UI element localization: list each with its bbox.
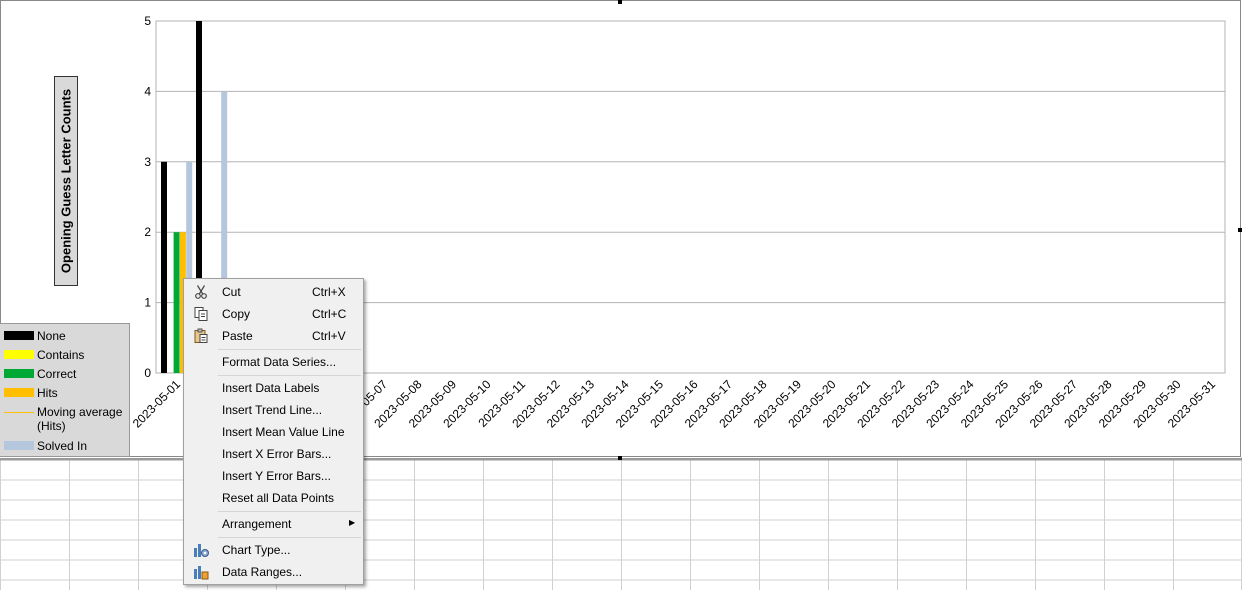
selection-handle-bottom-center[interactable] [618,456,622,460]
menu-separator [218,375,361,376]
data-ranges-icon [193,564,209,580]
menu-separator [218,349,361,350]
legend-label-correct: Correct [37,367,77,381]
copy-icon [193,306,209,322]
legend-swatch-moving-average [4,412,34,413]
shortcut-cut: Ctrl+X [312,285,346,299]
menu-label-arrangement: Arrangement [222,517,292,531]
menu-label-insert-trend-line: Insert Trend Line... [222,403,323,417]
selection-handle-right-middle[interactable] [1238,228,1242,232]
bar-correct [173,232,180,373]
legend-item-contains[interactable]: Contains [4,348,84,362]
legend-swatch-none [4,331,34,340]
paste-icon [193,328,209,344]
menu-item-cut[interactable]: Cut Ctrl+X [184,282,363,302]
menu-separator [218,537,361,538]
shortcut-copy: Ctrl+C [312,307,347,321]
menu-item-copy[interactable]: Copy Ctrl+C [184,304,363,324]
menu-label-insert-x-error-bars: Insert X Error Bars... [222,447,332,461]
menu-item-format-data-series[interactable]: Format Data Series... [184,352,363,372]
legend-swatch-correct [4,369,34,378]
menu-label-copy: Copy [222,307,251,321]
menu-item-chart-type[interactable]: Chart Type... [184,540,363,560]
y-tick-label: 4 [144,84,151,98]
legend-label-contains: Contains [37,348,85,362]
menu-item-reset-all-data-points[interactable]: Reset all Data Points [184,488,363,508]
menu-label-cut: Cut [222,285,241,299]
menu-item-insert-mean-value-line[interactable]: Insert Mean Value Line [184,422,363,442]
chart-type-icon [193,542,209,558]
y-tick-label: 3 [144,155,151,169]
menu-item-insert-x-error-bars[interactable]: Insert X Error Bars... [184,444,363,464]
chart-legend[interactable]: None Contains Correct Hits Moving averag… [0,323,130,457]
menu-item-arrangement[interactable]: Arrangement ▶ [184,514,363,534]
menu-separator [218,511,361,512]
legend-item-none[interactable]: None [4,329,66,343]
menu-label-reset-all-data-points: Reset all Data Points [222,491,335,505]
legend-label-hits: Hits [37,386,58,400]
legend-swatch-solved-in [4,441,34,450]
selection-handle-top-center[interactable] [618,0,622,4]
x-tick-label: 2023-05-01 [130,377,184,431]
y-tick-label: 5 [144,14,151,28]
legend-item-correct[interactable]: Correct [4,367,76,381]
menu-label-insert-data-labels: Insert Data Labels [222,381,320,395]
menu-label-chart-type: Chart Type... [222,543,291,557]
y-tick-label: 0 [144,366,151,380]
scissors-icon [193,284,209,300]
menu-item-data-ranges[interactable]: Data Ranges... [184,562,363,582]
menu-item-insert-data-labels[interactable]: Insert Data Labels [184,378,363,398]
menu-item-paste[interactable]: Paste Ctrl+V [184,326,363,346]
legend-label-solved-in: Solved In [37,439,88,453]
y-axis-title-text: Opening Guess Letter Counts [58,88,74,274]
legend-label-none: None [37,329,66,343]
legend-swatch-hits [4,388,34,397]
menu-label-data-ranges: Data Ranges... [222,565,303,579]
legend-label-moving-average: Moving average (Hits) [37,405,123,433]
bar-none [161,161,167,373]
menu-item-insert-trend-line[interactable]: Insert Trend Line... [184,400,363,420]
submenu-arrow-icon: ▶ [349,518,356,527]
menu-item-insert-y-error-bars[interactable]: Insert Y Error Bars... [184,466,363,486]
legend-item-hits[interactable]: Hits [4,386,58,400]
menu-label-paste: Paste [222,329,253,343]
shortcut-paste: Ctrl+V [312,329,346,343]
context-menu: Cut Ctrl+X Copy Ctrl+C Paste Ctrl+V Form… [183,278,364,585]
menu-label-insert-mean-value-line: Insert Mean Value Line [222,425,345,439]
y-tick-label: 1 [144,296,151,310]
y-tick-label: 2 [144,225,151,239]
menu-label-insert-y-error-bars: Insert Y Error Bars... [222,469,331,483]
legend-swatch-contains [4,350,34,359]
y-axis-title[interactable]: Opening Guess Letter Counts [54,76,78,286]
legend-item-moving-average[interactable]: Moving average (Hits) [4,405,131,433]
menu-label-format-data-series: Format Data Series... [222,355,337,369]
legend-item-solved-in[interactable]: Solved In [4,439,87,453]
